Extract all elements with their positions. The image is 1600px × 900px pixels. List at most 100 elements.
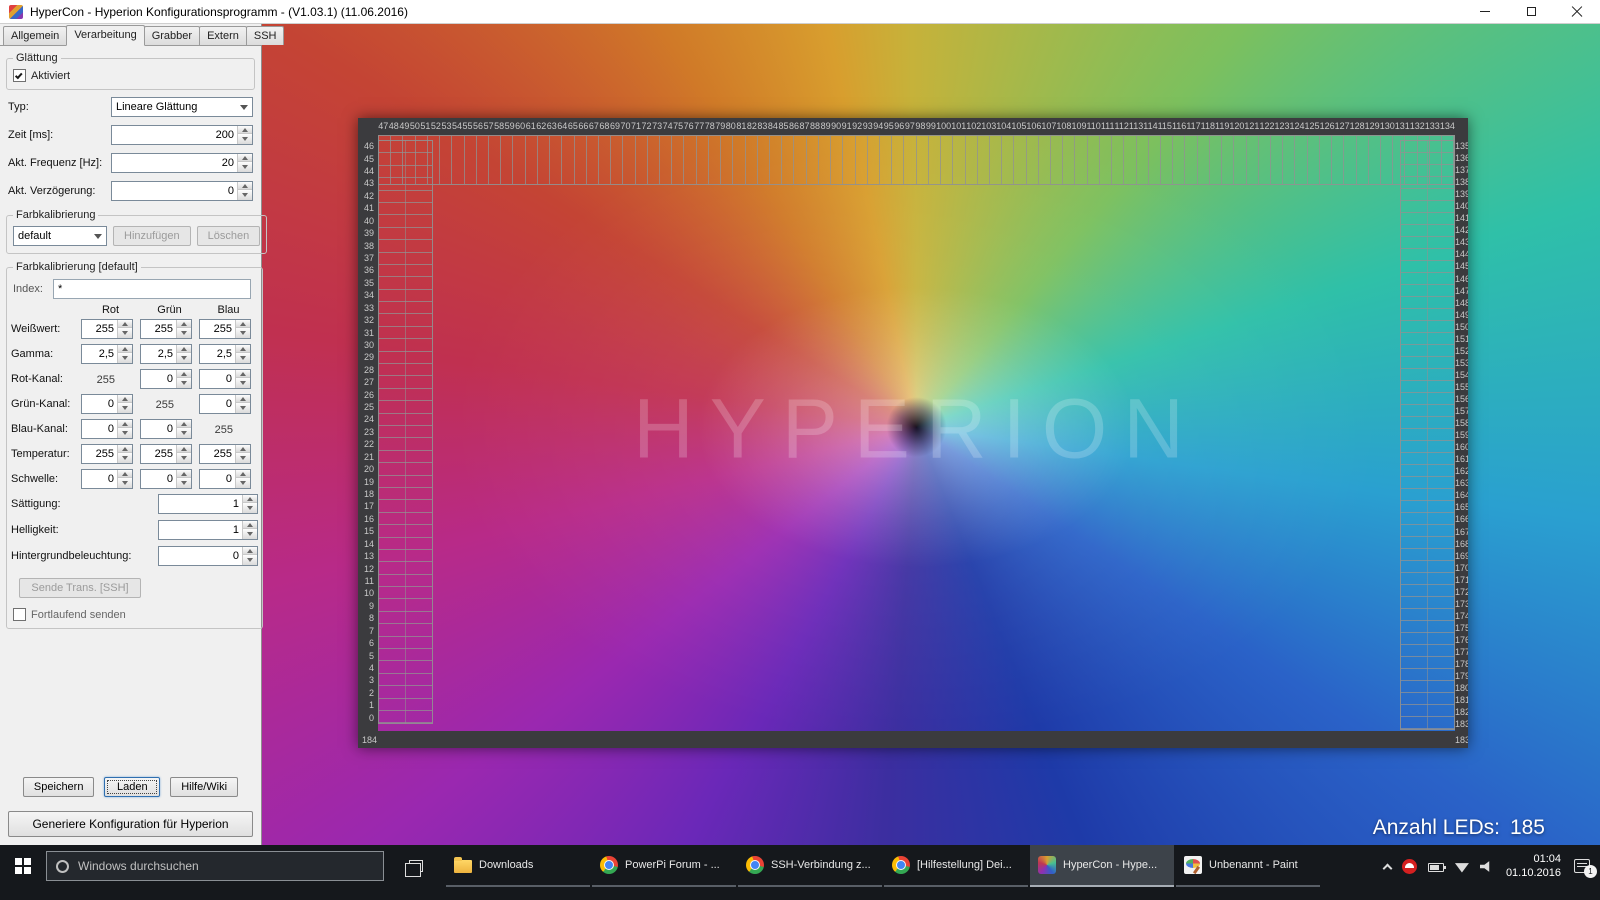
delay-spinbox[interactable]: 0 [111, 181, 253, 201]
chevron-up-icon[interactable] [1382, 863, 1392, 873]
spinbox[interactable]: 255 [199, 444, 251, 464]
spin-up-icon[interactable] [243, 521, 257, 529]
spinbox[interactable]: 2,5 [199, 344, 251, 364]
spin-down-icon[interactable] [177, 428, 191, 438]
spin-down-icon[interactable] [238, 162, 252, 172]
spin-up-icon[interactable] [118, 320, 132, 328]
task-view-button[interactable] [396, 845, 436, 887]
spin-up-icon[interactable] [118, 395, 132, 403]
spin-down-icon[interactable] [177, 353, 191, 363]
taskbar-item[interactable]: HyperCon - Hype... [1030, 845, 1174, 887]
spinbox[interactable]: 2,5 [81, 344, 133, 364]
spinbox[interactable]: 0 [140, 369, 192, 389]
spin-down-icon[interactable] [118, 478, 132, 488]
spin-up-icon[interactable] [118, 345, 132, 353]
tab-allgemein[interactable]: Allgemein [3, 26, 67, 45]
spin-down-icon[interactable] [177, 453, 191, 463]
spin-up-icon[interactable] [177, 345, 191, 353]
spin-up-icon[interactable] [118, 420, 132, 428]
action-center-button[interactable]: 1 [1574, 859, 1590, 873]
spinbox[interactable]: 255 [199, 319, 251, 339]
help-button[interactable]: Hilfe/Wiki [170, 777, 238, 797]
smoothing-enabled-checkbox[interactable]: Aktiviert [11, 67, 250, 84]
spinbox[interactable]: 0 [199, 369, 251, 389]
spin-up-icon[interactable] [238, 154, 252, 162]
tab-verarbeitung[interactable]: Verarbeitung [66, 25, 144, 46]
spin-down-icon[interactable] [236, 328, 250, 338]
spin-down-icon[interactable] [236, 453, 250, 463]
battery-icon[interactable] [1428, 863, 1444, 872]
spin-up-icon[interactable] [236, 445, 250, 453]
start-button[interactable] [0, 845, 46, 887]
spinbox[interactable]: 255 [81, 319, 133, 339]
spin-up-icon[interactable] [236, 370, 250, 378]
spin-down-icon[interactable] [236, 403, 250, 413]
close-button[interactable] [1554, 0, 1600, 23]
send-transform-button[interactable]: Sende Trans. [SSH] [19, 578, 141, 598]
taskbar-item[interactable]: Downloads [446, 845, 590, 887]
spin-up-icon[interactable] [177, 470, 191, 478]
wifi-icon[interactable] [1455, 862, 1469, 873]
profile-select[interactable]: default [13, 226, 107, 246]
spin-down-icon[interactable] [118, 428, 132, 438]
spin-up-icon[interactable] [118, 470, 132, 478]
spin-down-icon[interactable] [177, 328, 191, 338]
spin-down-icon[interactable] [243, 529, 257, 539]
generate-config-button[interactable]: Generiere Konfiguration für Hyperion [8, 811, 253, 837]
tab-extern[interactable]: Extern [199, 26, 247, 45]
spinbox[interactable]: 0 [199, 469, 251, 489]
spin-down-icon[interactable] [243, 503, 257, 513]
taskbar-item[interactable]: SSH-Verbindung z... [738, 845, 882, 887]
spinbox[interactable]: 0 [140, 469, 192, 489]
spin-down-icon[interactable] [118, 353, 132, 363]
spin-up-icon[interactable] [243, 547, 257, 555]
spin-down-icon[interactable] [238, 190, 252, 200]
spinbox[interactable]: 0 [158, 546, 258, 566]
spin-up-icon[interactable] [243, 495, 257, 503]
spin-up-icon[interactable] [177, 320, 191, 328]
spinbox[interactable]: 0 [140, 419, 192, 439]
spinbox[interactable]: 255 [140, 444, 192, 464]
tab-grabber[interactable]: Grabber [144, 26, 200, 45]
smoothing-type-select[interactable]: Lineare Glättung [111, 97, 253, 117]
spinbox[interactable]: 0 [81, 419, 133, 439]
spinbox[interactable]: 0 [81, 394, 133, 414]
frequency-spinbox[interactable]: 20 [111, 153, 253, 173]
spin-up-icon[interactable] [236, 395, 250, 403]
spinbox[interactable]: 0 [81, 469, 133, 489]
spin-down-icon[interactable] [236, 378, 250, 388]
spin-down-icon[interactable] [243, 555, 257, 565]
spin-up-icon[interactable] [177, 370, 191, 378]
taskbar-search[interactable] [46, 851, 384, 881]
antivirus-icon[interactable] [1402, 859, 1417, 874]
spin-up-icon[interactable] [238, 182, 252, 190]
index-input[interactable] [53, 279, 251, 299]
taskbar-item[interactable]: Unbenannt - Paint [1176, 845, 1320, 887]
minimize-button[interactable] [1462, 0, 1508, 23]
spin-up-icon[interactable] [236, 345, 250, 353]
spin-up-icon[interactable] [236, 320, 250, 328]
spin-down-icon[interactable] [118, 328, 132, 338]
spinbox[interactable]: 255 [140, 319, 192, 339]
add-profile-button[interactable]: Hinzufügen [113, 226, 191, 246]
spinbox[interactable]: 255 [81, 444, 133, 464]
taskbar-item[interactable]: [Hilfestellung] Dei... [884, 845, 1028, 887]
volume-icon[interactable] [1480, 861, 1495, 873]
spin-up-icon[interactable] [238, 126, 252, 134]
taskbar-clock[interactable]: 01:04 01.10.2016 [1506, 852, 1561, 881]
spinbox[interactable]: 1 [158, 520, 258, 540]
spin-down-icon[interactable] [236, 353, 250, 363]
delete-profile-button[interactable]: Löschen [197, 226, 261, 246]
spinbox[interactable]: 1 [158, 494, 258, 514]
load-button[interactable]: Laden [104, 777, 160, 797]
time-spinbox[interactable]: 200 [111, 125, 253, 145]
spin-down-icon[interactable] [236, 478, 250, 488]
spin-down-icon[interactable] [238, 134, 252, 144]
spin-down-icon[interactable] [177, 478, 191, 488]
spin-down-icon[interactable] [118, 453, 132, 463]
spin-up-icon[interactable] [177, 445, 191, 453]
spin-up-icon[interactable] [236, 470, 250, 478]
save-button[interactable]: Speichern [23, 777, 95, 797]
spin-down-icon[interactable] [118, 403, 132, 413]
spinbox[interactable]: 0 [199, 394, 251, 414]
